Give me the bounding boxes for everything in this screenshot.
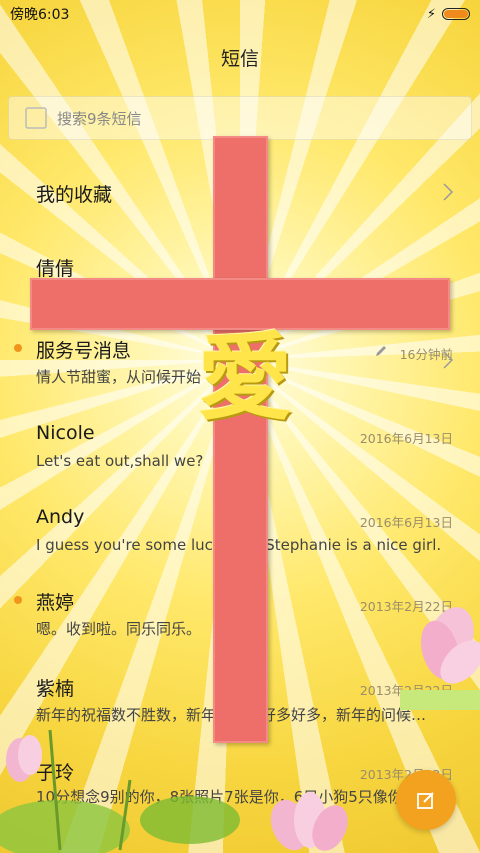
lightning-icon: ⚡ xyxy=(426,6,436,22)
list-item-conversation[interactable]: Andy I guess you're some lucky guy.Steph… xyxy=(0,484,480,568)
page-title: 短信 xyxy=(220,48,259,70)
search-icon xyxy=(25,107,47,129)
chevron-right-icon xyxy=(443,351,454,369)
list-item-conversation[interactable]: Nicole Let's eat out,shall we? 2016年6月13… xyxy=(0,400,480,484)
conversation-time: 2016年6月13日 xyxy=(359,431,453,446)
conversation-name: Nicole xyxy=(36,422,95,444)
status-bar: 傍晚6:03 ⚡ xyxy=(0,0,480,28)
list-item-conversation[interactable]: 倩倩 a 16分钟前 xyxy=(0,232,480,362)
conversation-name: 服务号消息 xyxy=(36,340,132,362)
search-input[interactable]: 搜索9条短信 xyxy=(8,96,472,140)
list-item-favorites[interactable]: 我的收藏 xyxy=(0,148,480,232)
list-item-conversation[interactable]: 燕婷 嗯。收到啦。同乐同乐。 2013年2月22日 xyxy=(0,568,480,652)
unread-dot xyxy=(14,596,22,604)
conversation-name: 紫楠 xyxy=(36,678,75,700)
conversation-preview: I guess you're some lucky guy.Stephanie … xyxy=(36,536,442,554)
conversation-name: Andy xyxy=(36,506,85,528)
conversation-name: 子玲 xyxy=(36,762,75,784)
compose-button[interactable] xyxy=(396,770,456,830)
conversation-time: 2016年6月13日 xyxy=(359,515,453,530)
conversation-preview: Let's eat out,shall we? xyxy=(36,452,204,470)
chevron-right-icon xyxy=(443,183,454,201)
search-placeholder: 搜索9条短信 xyxy=(57,109,142,128)
battery-icon xyxy=(442,8,470,20)
conversation-time: 2013年2月22日 xyxy=(359,599,453,614)
compose-icon xyxy=(417,792,434,809)
conversation-preview: a xyxy=(40,284,50,302)
conversation-name: 倩倩 xyxy=(36,258,75,280)
unread-dot xyxy=(14,344,22,352)
list-item-conversation[interactable]: 紫楠 新年的祝福数不胜数，新年的愿望好多好多，新年的问候… 2013年2月22日 xyxy=(0,652,480,736)
conversation-preview: 嗯。收到啦。同乐同乐。 xyxy=(36,620,202,638)
conversation-preview: 情人节甜蜜，从问候开始 xyxy=(36,368,202,386)
conversation-name: 燕婷 xyxy=(36,592,75,614)
list-item-service[interactable]: 服务号消息 情人节甜蜜，从问候开始 xyxy=(0,316,480,400)
conversation-preview: 10分想念9别的你，8张照片7张是你，6只小狗5只像你 xyxy=(36,788,403,806)
conversation-time: 2013年2月22日 xyxy=(359,683,453,698)
conversation-name: 我的收藏 xyxy=(36,184,113,206)
conversation-preview: 新年的祝福数不胜数，新年的愿望好多好多，新年的问候… xyxy=(36,706,427,724)
status-time: 傍晚6:03 xyxy=(10,7,70,23)
